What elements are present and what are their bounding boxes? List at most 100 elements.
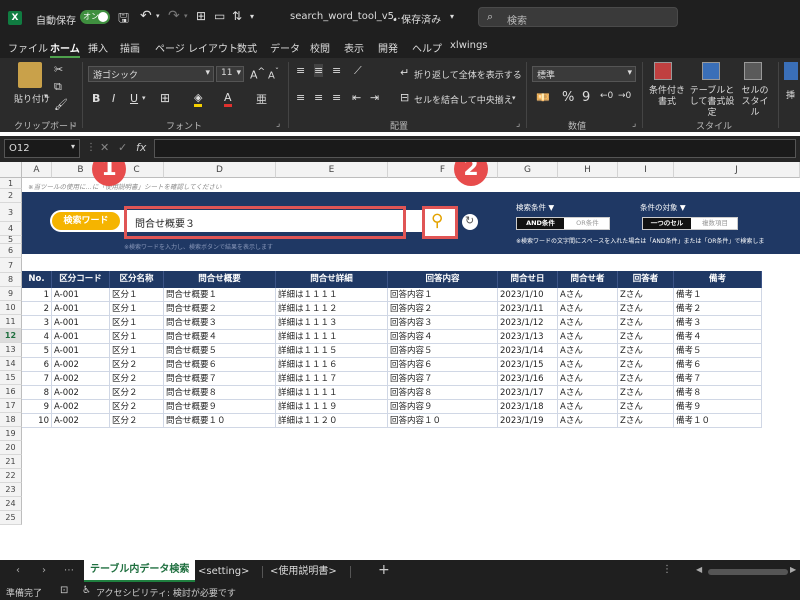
- table-cell[interactable]: 詳細は１１１１: [276, 330, 388, 344]
- row-header[interactable]: 21: [0, 455, 22, 469]
- table-cell[interactable]: Aさん: [558, 386, 618, 400]
- clipboard-launcher-icon[interactable]: ⌟: [72, 119, 76, 129]
- saved-dropdown-icon[interactable]: ▾: [450, 12, 454, 21]
- underline-dropdown-icon[interactable]: ▾: [142, 94, 146, 102]
- folder-icon[interactable]: ▭: [214, 9, 225, 23]
- table-cell[interactable]: 備考９: [674, 400, 762, 414]
- row-header[interactable]: 16: [0, 385, 22, 399]
- row-header[interactable]: 9: [0, 287, 22, 301]
- row-header[interactable]: 5: [0, 236, 22, 244]
- table-cell[interactable]: 8: [22, 386, 52, 400]
- accessibility-icon[interactable]: ♿: [82, 585, 91, 596]
- align-left-icon[interactable]: ≡: [296, 91, 305, 104]
- underline-icon[interactable]: U: [130, 92, 138, 105]
- row-header[interactable]: 17: [0, 399, 22, 413]
- table-cell[interactable]: Aさん: [558, 414, 618, 428]
- enter-icon[interactable]: ✓: [118, 141, 127, 154]
- row-header[interactable]: 11: [0, 315, 22, 329]
- horizontal-scrollbar[interactable]: [708, 569, 788, 575]
- table-cell[interactable]: 2023/1/14: [498, 344, 558, 358]
- table-cell[interactable]: Zさん: [618, 372, 674, 386]
- table-cell[interactable]: 問合せ概要１０: [164, 414, 276, 428]
- row-header[interactable]: 1: [0, 178, 22, 189]
- row-header[interactable]: 4: [0, 222, 22, 236]
- table-cell[interactable]: 4: [22, 330, 52, 344]
- decrease-font-icon[interactable]: Aˇ: [268, 66, 279, 81]
- row-header[interactable]: 23: [0, 483, 22, 497]
- merge-center-button[interactable]: セルを結合して中央揃え: [414, 93, 513, 106]
- paste-icon[interactable]: [18, 62, 42, 88]
- copy-icon[interactable]: ⧉: [54, 80, 62, 94]
- tab-page-layout[interactable]: ページ レイアウト: [155, 40, 238, 55]
- and-option[interactable]: AND条件: [517, 218, 564, 229]
- table-cell[interactable]: 10: [22, 414, 52, 428]
- table-cell[interactable]: A-001: [52, 288, 110, 302]
- table-cell[interactable]: 回答内容１０: [388, 414, 498, 428]
- accessibility-status[interactable]: アクセシビリティ: 検討が必要です: [96, 586, 236, 599]
- cell-style-button[interactable]: セルのスタイル: [738, 86, 772, 119]
- increase-decimal-icon[interactable]: ←0: [600, 91, 613, 101]
- increase-font-icon[interactable]: A^: [250, 66, 265, 82]
- tab-sheet-setting[interactable]: <setting>: [198, 563, 249, 581]
- worksheet-grid[interactable]: A B C D E F G H I J 1 2 3 4 5 6 7 8 9 10 11 12 13 14 1…: [0, 162, 800, 560]
- save-icon[interactable]: 🖫: [118, 9, 129, 31]
- format-painter-icon[interactable]: 🖌: [54, 98, 68, 111]
- number-format-select[interactable]: 標準 ▾: [532, 66, 636, 82]
- table-cell[interactable]: 備考８: [674, 386, 762, 400]
- table-cell[interactable]: 詳細は１１１９: [276, 400, 388, 414]
- reset-button[interactable]: ↻: [462, 214, 478, 230]
- table-cell[interactable]: 区分１: [110, 330, 164, 344]
- column-header-j[interactable]: J: [674, 162, 800, 178]
- tab-help[interactable]: ヘルプ: [412, 40, 442, 55]
- font-name-select[interactable]: 游ゴシック ▾: [88, 66, 214, 82]
- table-cell[interactable]: 区分１: [110, 316, 164, 330]
- target-toggle[interactable]: 一つのセル 複数項目: [642, 217, 738, 230]
- table-cell[interactable]: A-002: [52, 358, 110, 372]
- table-cell[interactable]: 問合せ概要１: [164, 288, 276, 302]
- table-cell[interactable]: 回答内容５: [388, 344, 498, 358]
- table-cell[interactable]: 1: [22, 288, 52, 302]
- table-cell[interactable]: 備考５: [674, 344, 762, 358]
- table-cell[interactable]: 区分２: [110, 358, 164, 372]
- font-launcher-icon[interactable]: ⌟: [276, 119, 280, 129]
- align-top-icon[interactable]: ≡: [296, 64, 305, 77]
- table-cell[interactable]: 備考４: [674, 330, 762, 344]
- table-cell[interactable]: 7: [22, 372, 52, 386]
- align-center-icon[interactable]: ≡: [314, 91, 323, 104]
- row-header[interactable]: 8: [0, 273, 22, 287]
- column-header-d[interactable]: D: [164, 162, 276, 178]
- one-cell-option[interactable]: 一つのセル: [643, 218, 691, 229]
- percent-icon[interactable]: %: [562, 90, 574, 105]
- table-cell[interactable]: Zさん: [618, 414, 674, 428]
- tab-sheet-search[interactable]: テーブル内データ検索: [84, 560, 196, 582]
- insert-cells-button[interactable]: 挿: [786, 88, 795, 101]
- bold-icon[interactable]: B: [92, 92, 100, 105]
- cancel-icon[interactable]: ✕: [100, 141, 109, 154]
- table-cell[interactable]: 問合せ概要５: [164, 344, 276, 358]
- table-cell[interactable]: Zさん: [618, 316, 674, 330]
- table-cell[interactable]: 回答内容６: [388, 358, 498, 372]
- or-option[interactable]: OR条件: [564, 218, 611, 229]
- table-cell[interactable]: 問合せ概要２: [164, 302, 276, 316]
- table-cell[interactable]: 9: [22, 400, 52, 414]
- tab-formulas[interactable]: 数式: [237, 40, 257, 55]
- row-header[interactable]: 14: [0, 357, 22, 371]
- conditional-format-icon[interactable]: [654, 62, 672, 80]
- table-cell[interactable]: 2023/1/17: [498, 386, 558, 400]
- tab-draw[interactable]: 描画: [120, 40, 140, 55]
- table-cell[interactable]: 備考３: [674, 316, 762, 330]
- macro-record-icon[interactable]: ⊡: [60, 585, 68, 596]
- table-cell[interactable]: 回答内容４: [388, 330, 498, 344]
- tab-data[interactable]: データ: [270, 40, 300, 55]
- table-cell[interactable]: 詳細は１１１１: [276, 386, 388, 400]
- table-cell[interactable]: 問合せ概要７: [164, 372, 276, 386]
- tab-developer[interactable]: 開発: [378, 40, 398, 55]
- row-header[interactable]: 15: [0, 371, 22, 385]
- table-cell[interactable]: A-002: [52, 386, 110, 400]
- customize-qat-icon[interactable]: ▾: [250, 12, 254, 21]
- condition-toggle[interactable]: AND条件 OR条件: [516, 217, 610, 230]
- table-cell[interactable]: 回答内容７: [388, 372, 498, 386]
- tab-review[interactable]: 校閲: [310, 40, 330, 55]
- align-right-icon[interactable]: ≡: [332, 91, 341, 104]
- table-cell[interactable]: A-002: [52, 400, 110, 414]
